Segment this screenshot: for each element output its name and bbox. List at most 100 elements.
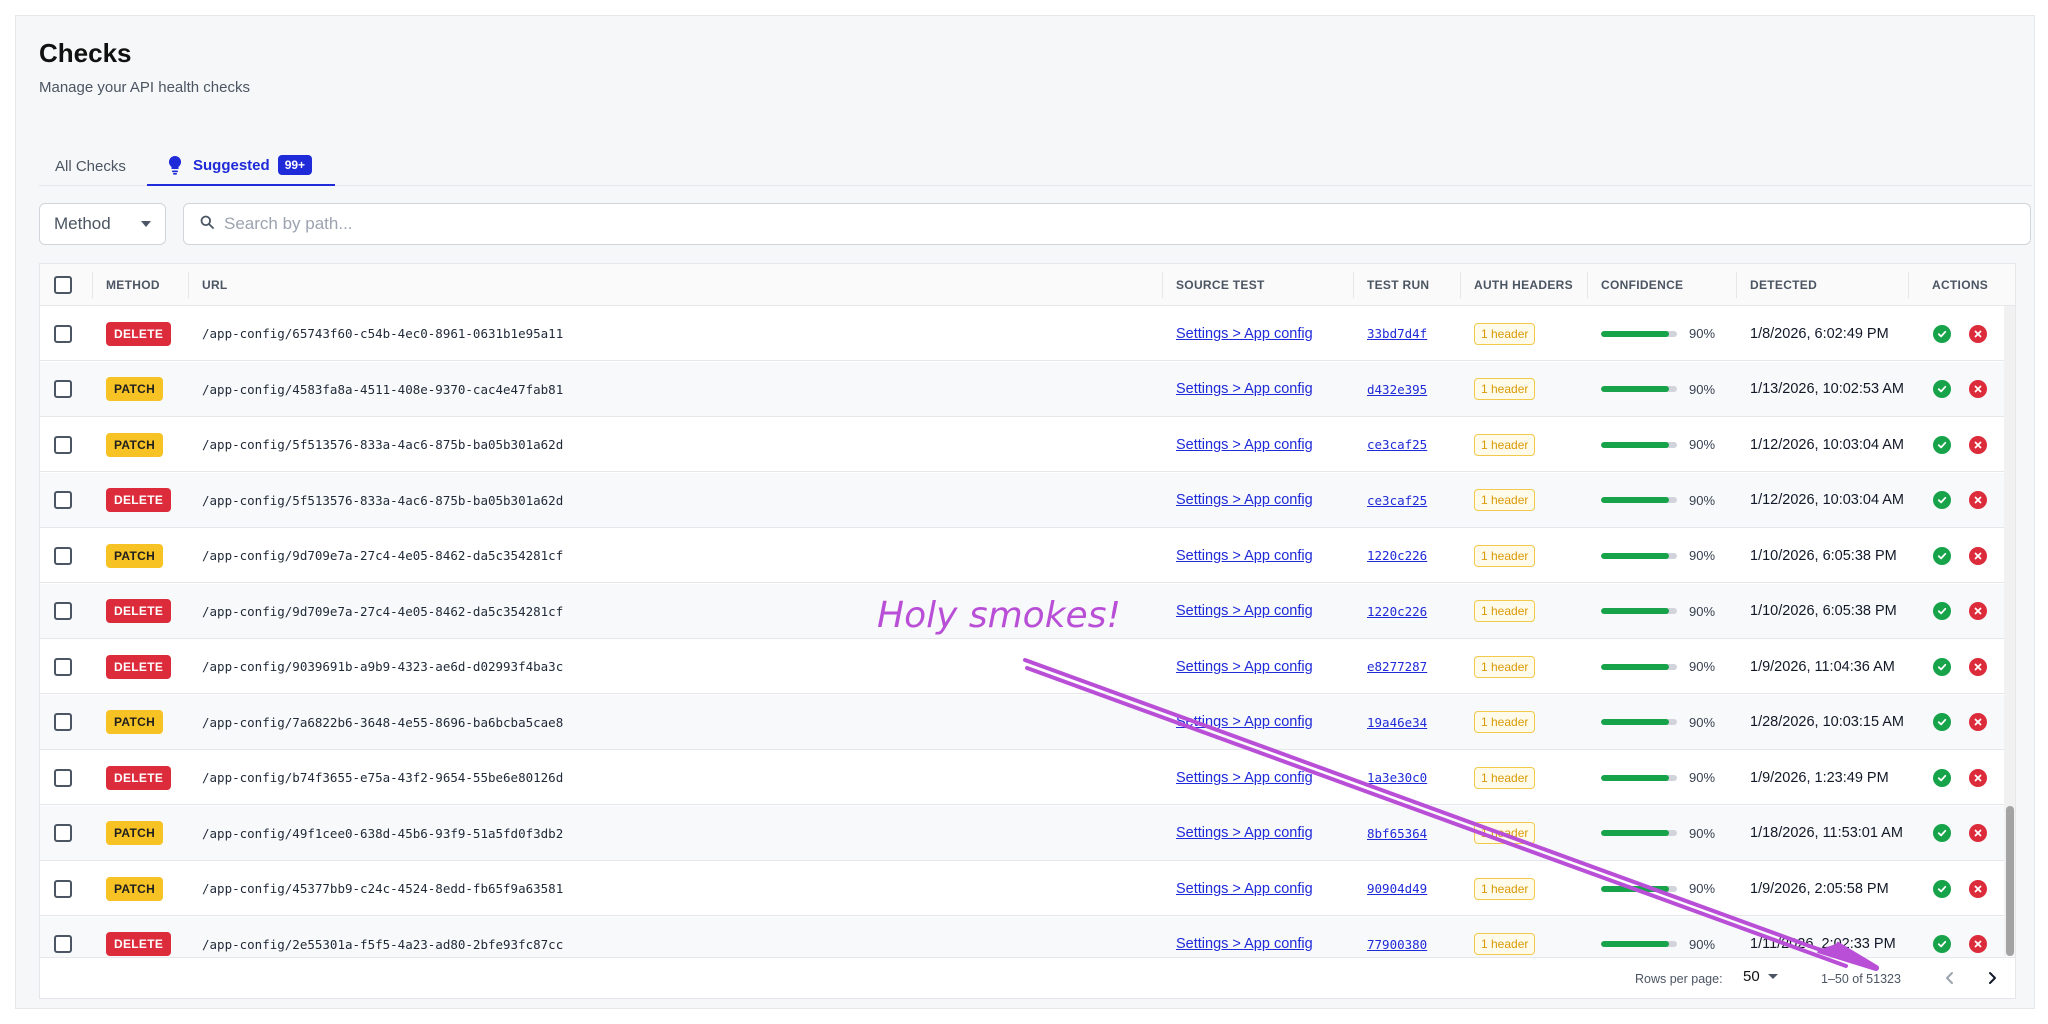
table-row[interactable]: PATCH/app-config/5f513576-833a-4ac6-875b… (40, 417, 2015, 472)
reject-x-icon[interactable] (1969, 824, 1987, 842)
table-row[interactable]: DELETE/app-config/b74f3655-e75a-43f2-965… (40, 750, 2015, 805)
test-run-link[interactable]: 33bd7d4f (1367, 326, 1427, 341)
test-run-link[interactable]: 90904d49 (1367, 881, 1427, 896)
row-checkbox[interactable] (54, 713, 72, 731)
test-run-link[interactable]: ce3caf25 (1367, 437, 1427, 452)
tab-suggested[interactable]: Suggested 99+ (147, 146, 335, 186)
reject-x-icon[interactable] (1969, 602, 1987, 620)
search-field[interactable] (183, 203, 2031, 245)
test-run-link[interactable]: e8277287 (1367, 659, 1427, 674)
approve-check-icon[interactable] (1933, 435, 1951, 454)
tab-all-checks[interactable]: All Checks (55, 146, 126, 186)
row-checkbox[interactable] (54, 602, 72, 620)
table-scrollbar[interactable] (2004, 306, 2015, 956)
approve-check-icon[interactable] (1933, 935, 1951, 953)
approve-check-icon[interactable] (1933, 768, 1951, 787)
test-run-link[interactable]: 8bf65364 (1367, 826, 1427, 841)
source-test-link[interactable]: Settings > App config (1176, 881, 1313, 897)
test-run-link[interactable]: 77900380 (1367, 937, 1427, 952)
source-test-link[interactable]: Settings > App config (1176, 492, 1313, 508)
reject-x-icon[interactable] (1969, 879, 1987, 898)
table-row[interactable]: DELETE/app-config/65743f60-c54b-4ec0-896… (40, 306, 2015, 361)
url-text: /app-config/9d709e7a-27c4-4e05-8462-da5c… (202, 548, 564, 563)
reject-x-icon[interactable] (1969, 435, 1987, 454)
test-run-cell: e8277287 (1367, 639, 1427, 694)
method-badge: PATCH (106, 543, 164, 568)
row-checkbox[interactable] (54, 768, 72, 787)
reject-x-icon[interactable] (1969, 768, 1987, 787)
test-run-link[interactable]: 19a46e34 (1367, 715, 1427, 730)
approve-check-icon[interactable] (1933, 602, 1951, 620)
table-row[interactable]: DELETE/app-config/9039691b-a9b9-4323-ae6… (40, 639, 2015, 694)
approve-check-icon[interactable] (1933, 546, 1951, 565)
reject-x-icon[interactable] (1969, 491, 1987, 509)
source-test-cell: Settings > App config (1176, 584, 1313, 639)
rows-per-page-select[interactable]: 50 (1743, 968, 1778, 985)
row-checkbox[interactable] (54, 879, 72, 898)
confidence-fill (1601, 774, 1670, 781)
source-test-link[interactable]: Settings > App config (1176, 548, 1313, 564)
approve-check-icon[interactable] (1933, 879, 1951, 898)
table-row[interactable]: PATCH/app-config/45377bb9-c24c-4524-8edd… (40, 861, 2015, 916)
search-input[interactable] (224, 214, 1924, 234)
source-test-link[interactable]: Settings > App config (1176, 659, 1313, 675)
source-test-link[interactable]: Settings > App config (1176, 603, 1313, 619)
reject-x-icon[interactable] (1969, 546, 1987, 565)
row-checkbox[interactable] (54, 657, 72, 676)
source-test-link[interactable]: Settings > App config (1176, 381, 1313, 397)
col-detected[interactable]: DETECTED (1750, 264, 1817, 306)
reject-x-icon[interactable] (1969, 713, 1987, 731)
table-row[interactable]: PATCH/app-config/9d709e7a-27c4-4e05-8462… (40, 528, 2015, 583)
approve-check-icon[interactable] (1933, 491, 1951, 509)
chevron-left-icon (1946, 972, 1953, 984)
reject-x-icon[interactable] (1969, 324, 1987, 343)
reject-x-icon[interactable] (1969, 935, 1987, 953)
reject-x-icon[interactable] (1969, 380, 1987, 398)
source-test-link[interactable]: Settings > App config (1176, 714, 1313, 730)
test-run-link[interactable]: ce3caf25 (1367, 493, 1427, 508)
prev-page-button[interactable] (1938, 966, 1962, 990)
table-row[interactable]: PATCH/app-config/7a6822b6-3648-4e55-8696… (40, 694, 2015, 750)
approve-check-icon[interactable] (1933, 713, 1951, 731)
col-auth-headers[interactable]: AUTH HEADERS (1474, 264, 1573, 306)
test-run-link[interactable]: d432e395 (1367, 382, 1427, 397)
source-test-link[interactable]: Settings > App config (1176, 770, 1313, 786)
confidence-text: 90% (1689, 548, 1716, 563)
col-url[interactable]: URL (202, 264, 228, 306)
source-test-link[interactable]: Settings > App config (1176, 936, 1313, 952)
col-source-test[interactable]: SOURCE TEST (1176, 264, 1265, 306)
page-title: Checks (39, 38, 132, 68)
next-page-button[interactable] (1980, 966, 2004, 990)
col-test-run[interactable]: TEST RUN (1367, 264, 1429, 306)
row-checkbox[interactable] (54, 324, 72, 343)
confidence-cell: 90% (1601, 362, 1715, 417)
row-checkbox[interactable] (54, 435, 72, 454)
search-icon (200, 215, 214, 234)
url-text: /app-config/5f513576-833a-4ac6-875b-ba05… (202, 492, 564, 508)
test-run-link[interactable]: 1220c226 (1367, 548, 1427, 563)
source-test-link[interactable]: Settings > App config (1176, 825, 1313, 841)
method-filter-select[interactable]: Method (39, 203, 166, 245)
table-row[interactable]: DELETE/app-config/5f513576-833a-4ac6-875… (40, 472, 2015, 528)
row-checkbox[interactable] (54, 935, 72, 953)
select-all-checkbox[interactable] (54, 276, 72, 294)
col-confidence[interactable]: CONFIDENCE (1601, 264, 1683, 306)
test-run-link[interactable]: 1a3e30c0 (1367, 770, 1427, 785)
approve-check-icon[interactable] (1933, 380, 1951, 398)
reject-x-icon[interactable] (1969, 657, 1987, 676)
approve-check-icon[interactable] (1933, 324, 1951, 343)
source-test-link[interactable]: Settings > App config (1176, 326, 1313, 342)
row-checkbox[interactable] (54, 491, 72, 509)
method-cell: PATCH (106, 806, 164, 861)
row-checkbox[interactable] (54, 546, 72, 565)
approve-check-icon[interactable] (1933, 824, 1951, 842)
table-row[interactable]: PATCH/app-config/49f1cee0-638d-45b6-93f9… (40, 805, 2015, 861)
table-row[interactable]: PATCH/app-config/4583fa8a-4511-408e-9370… (40, 361, 2015, 417)
scrollbar-thumb[interactable] (2006, 806, 2014, 956)
row-checkbox[interactable] (54, 380, 72, 398)
row-checkbox[interactable] (54, 824, 72, 842)
source-test-link[interactable]: Settings > App config (1176, 437, 1313, 453)
approve-check-icon[interactable] (1933, 657, 1951, 676)
test-run-link[interactable]: 1220c226 (1367, 604, 1427, 619)
col-method[interactable]: METHOD (106, 264, 160, 306)
